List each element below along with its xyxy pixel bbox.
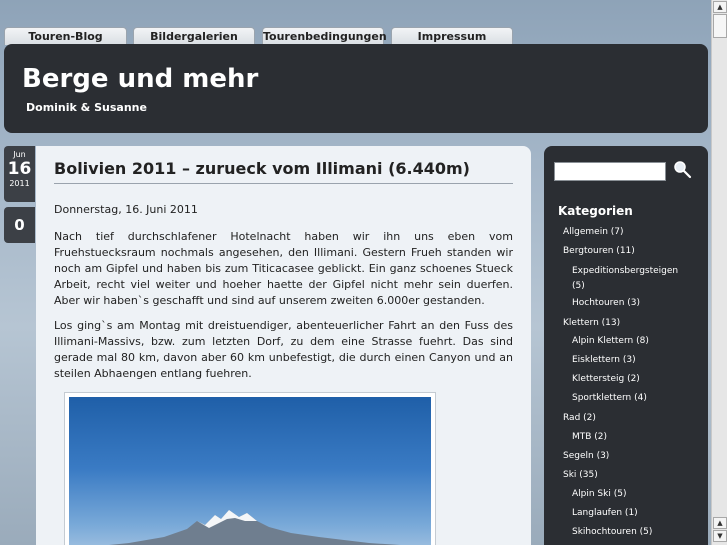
mountain-illustration [109, 510, 400, 545]
site-subtitle: Dominik & Susanne [26, 101, 147, 114]
category-bergtouren[interactable]: Bergtouren (11) [563, 246, 635, 256]
category-hochtouren[interactable]: Hochtouren (3) [572, 298, 640, 308]
search-icon[interactable] [672, 159, 692, 179]
post-paragraph: Los ging`s am Montag mit dreistuendiger,… [54, 319, 513, 380]
category-sportklettern[interactable]: Sportklettern (4) [572, 393, 647, 403]
post-body: Donnerstag, 16. Juni 2011 Nach tief durc… [54, 202, 513, 391]
category-klettern[interactable]: Klettern (13) [563, 318, 620, 328]
site-header: Berge und mehr Dominik & Susanne [4, 44, 708, 133]
scroll-up-icon[interactable]: ▲ [713, 517, 727, 529]
scroll-up-icon[interactable]: ▲ [713, 1, 727, 13]
post-date-day: 16 [7, 159, 32, 179]
post-date-box: Jun 16 2011 [4, 146, 35, 202]
post-date-month: Jun [13, 150, 26, 159]
post-dateline: Donnerstag, 16. Juni 2011 [54, 203, 198, 216]
category-alpin-ski[interactable]: Alpin Ski (5) [572, 489, 626, 499]
tab-tourenbedingungen[interactable]: Tourenbedingungen [262, 27, 387, 45]
post-paragraph: Nach tief durchschlafener Hotelnacht hab… [54, 230, 513, 307]
category-klettersteig[interactable]: Klettersteig (2) [572, 374, 640, 384]
post-photo[interactable] [64, 392, 436, 545]
category-ski[interactable]: Ski (35) [563, 470, 598, 480]
tab-bildergalerien[interactable]: Bildergalerien [133, 27, 255, 45]
category-allgemein[interactable]: Allgemein (7) [563, 227, 624, 237]
scroll-down-icon[interactable]: ▼ [713, 530, 727, 542]
category-expeditionsbergsteigen[interactable]: Expeditionsbergsteigen (5) [572, 264, 692, 294]
category-alpin-klettern[interactable]: Alpin Klettern (8) [572, 336, 649, 346]
categories-heading: Kategorien [558, 204, 633, 218]
comment-count-badge[interactable]: 0 [4, 207, 35, 243]
site-title[interactable]: Berge und mehr [22, 64, 258, 94]
category-rad[interactable]: Rad (2) [563, 413, 596, 423]
tab-touren-blog[interactable]: Touren-Blog [4, 27, 127, 45]
sidebar: Kategorien Allgemein (7) Bergtouren (11)… [544, 146, 708, 545]
mountain-photo [69, 397, 431, 545]
category-mtb[interactable]: MTB (2) [572, 432, 607, 442]
search-input[interactable] [554, 162, 666, 181]
post-article: Bolivien 2011 – zurueck vom Illimani (6.… [36, 146, 531, 545]
vertical-scrollbar[interactable]: ▲ ▲ ▼ [711, 0, 727, 545]
category-langlaufen[interactable]: Langlaufen (1) [572, 508, 638, 518]
tab-impressum[interactable]: Impressum [391, 27, 513, 45]
post-title[interactable]: Bolivien 2011 – zurueck vom Illimani (6.… [54, 159, 513, 184]
post-date-year: 2011 [9, 179, 30, 188]
scrollbar-thumb[interactable] [713, 14, 727, 38]
category-segeln[interactable]: Segeln (3) [563, 451, 609, 461]
category-eisklettern[interactable]: Eisklettern (3) [572, 355, 636, 365]
category-skihochtouren[interactable]: Skihochtouren (5) [572, 527, 652, 537]
